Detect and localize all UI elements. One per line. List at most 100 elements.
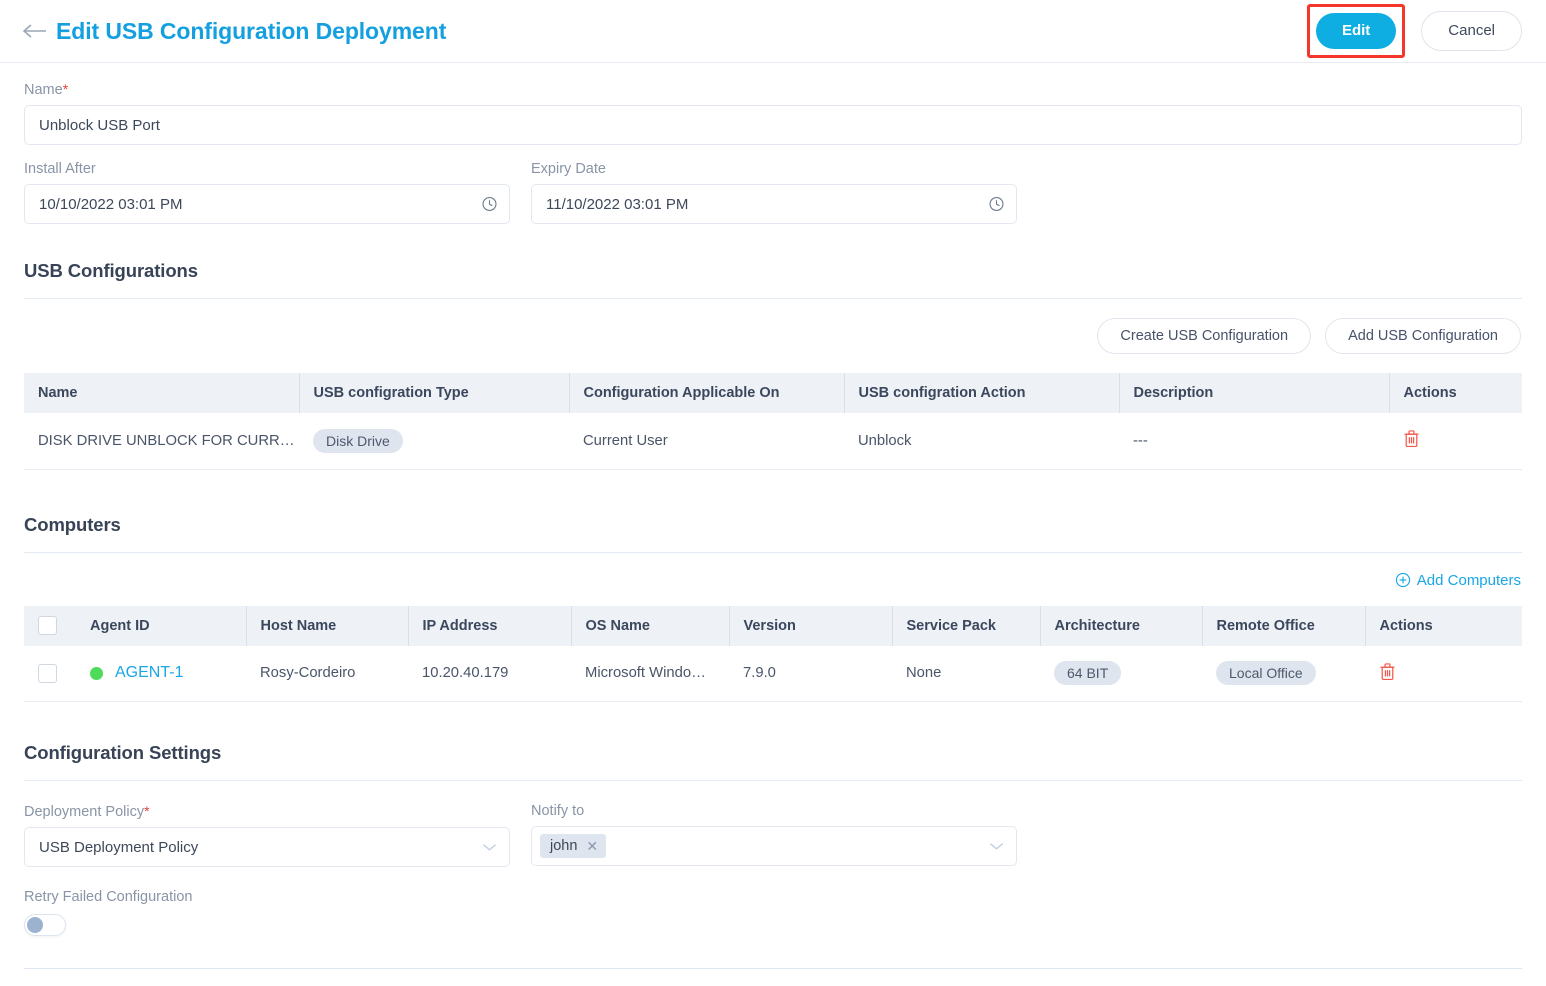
status-badge: Disk Drive <box>313 429 403 453</box>
bottom-divider <box>24 968 1522 969</box>
add-computers-label: Add Computers <box>1417 572 1521 589</box>
usb-cell-description: --- <box>1119 413 1389 469</box>
usb-cell-type: Disk Drive <box>299 413 569 469</box>
section-divider <box>24 298 1522 299</box>
row-select-cell <box>24 646 76 702</box>
configuration-fields-row: Deployment Policy* USB Deployment Policy <box>24 803 1522 867</box>
computers-col-remote-office: Remote Office <box>1202 606 1365 646</box>
architecture-badge: 64 BIT <box>1054 661 1121 685</box>
computers-toolbar: Add Computers <box>24 572 1522 589</box>
close-icon[interactable]: ✕ <box>586 839 598 853</box>
notify-to-wrapper: john ✕ <box>531 826 1017 866</box>
usb-table-header: Name USB configration Type Configuration… <box>24 373 1522 413</box>
deployment-policy-label-text: Deployment Policy <box>24 804 144 820</box>
notify-to-input[interactable]: john ✕ <box>531 826 1017 866</box>
usb-configurations-table: Name USB configration Type Configuration… <box>24 373 1522 470</box>
notify-to-label: Notify to <box>531 803 1017 819</box>
computers-col-architecture: Architecture <box>1040 606 1202 646</box>
section-divider <box>24 552 1522 553</box>
computers-cell-architecture: 64 BIT <box>1040 646 1202 702</box>
select-all-header <box>24 606 76 646</box>
computers-cell-service-pack: None <box>892 646 1040 702</box>
section-divider <box>24 780 1522 781</box>
deployment-policy-block: Deployment Policy* USB Deployment Policy <box>24 803 510 867</box>
computers-cell-actions <box>1365 646 1522 702</box>
computers-title: Computers <box>24 514 1522 536</box>
deployment-policy-select[interactable]: USB Deployment Policy <box>24 827 510 867</box>
trash-icon[interactable] <box>1379 662 1396 681</box>
computers-cell-os-name: Microsoft Windo… <box>571 646 729 702</box>
usb-col-actions: Actions <box>1389 373 1522 413</box>
configuration-settings-title: Configuration Settings <box>24 742 1522 764</box>
usb-col-action: USB configration Action <box>844 373 1119 413</box>
notify-tag: john ✕ <box>540 834 606 858</box>
expiry-date-input[interactable] <box>531 184 1017 224</box>
expiry-date-block: Expiry Date <box>531 161 1017 224</box>
retry-failed-configuration-block: Retry Failed Configuration <box>24 889 1522 936</box>
toggle-knob <box>27 917 43 933</box>
table-row: AGENT-1 Rosy-Cordeiro 10.20.40.179 Micro… <box>24 646 1522 702</box>
trash-icon[interactable] <box>1403 429 1420 448</box>
usb-table-body: DISK DRIVE UNBLOCK FOR CURRE… Disk Drive… <box>24 413 1522 469</box>
name-field-block: Name* <box>24 81 1522 145</box>
install-after-input[interactable] <box>24 184 510 224</box>
computers-cell-version: 7.9.0 <box>729 646 892 702</box>
computers-header-row: Agent ID Host Name IP Address OS Name Ve… <box>24 606 1522 646</box>
add-usb-configuration-button[interactable]: Add USB Configuration <box>1325 318 1521 354</box>
usb-configurations-title: USB Configurations <box>24 260 1522 282</box>
cancel-button[interactable]: Cancel <box>1421 11 1522 51</box>
computers-col-actions: Actions <box>1365 606 1522 646</box>
agent-cell: AGENT-1 <box>90 664 246 682</box>
online-status-icon <box>90 667 103 680</box>
create-usb-configuration-button[interactable]: Create USB Configuration <box>1097 318 1311 354</box>
computers-cell-agent-id: AGENT-1 <box>76 646 246 702</box>
remote-office-badge: Local Office <box>1216 661 1316 685</box>
computers-cell-host-name: Rosy-Cordeiro <box>246 646 408 702</box>
retry-failed-configuration-toggle[interactable] <box>24 914 66 936</box>
plus-circle-icon <box>1395 572 1411 588</box>
computers-col-host-name: Host Name <box>246 606 408 646</box>
page-body: Name* Install After Expiry <box>0 81 1546 936</box>
computers-cell-remote-office: Local Office <box>1202 646 1365 702</box>
row-checkbox[interactable] <box>38 664 57 683</box>
usb-cell-applicable-on: Current User <box>569 413 844 469</box>
name-label: Name* <box>24 81 1522 98</box>
usb-col-name: Name <box>24 373 299 413</box>
edit-button-highlight: Edit <box>1307 4 1405 58</box>
date-fields-row: Install After Expiry Date <box>24 161 1522 224</box>
install-after-wrapper <box>24 184 510 224</box>
retry-failed-configuration-label: Retry Failed Configuration <box>24 889 1522 905</box>
header-actions: Edit Cancel <box>1307 4 1522 58</box>
name-label-text: Name <box>24 82 63 98</box>
usb-header-row: Name USB configration Type Configuration… <box>24 373 1522 413</box>
usb-cell-actions <box>1389 413 1522 469</box>
arrow-left-icon[interactable] <box>22 19 50 43</box>
name-input[interactable] <box>24 105 1522 145</box>
notify-to-block: Notify to john ✕ <box>531 803 1017 867</box>
agent-id-link[interactable]: AGENT-1 <box>115 664 183 682</box>
edit-button[interactable]: Edit <box>1316 13 1396 49</box>
notify-tag-label: john <box>550 838 577 854</box>
install-after-label: Install After <box>24 161 510 177</box>
computers-col-version: Version <box>729 606 892 646</box>
usb-toolbar: Create USB Configuration Add USB Configu… <box>24 318 1522 354</box>
configuration-settings-section: Configuration Settings Deployment Policy… <box>24 742 1522 936</box>
deployment-policy-label: Deployment Policy* <box>24 803 510 820</box>
install-after-block: Install After <box>24 161 510 224</box>
usb-col-type: USB configration Type <box>299 373 569 413</box>
table-row: DISK DRIVE UNBLOCK FOR CURRE… Disk Drive… <box>24 413 1522 469</box>
add-computers-button[interactable]: Add Computers <box>1395 572 1521 589</box>
deployment-policy-value: USB Deployment Policy <box>39 839 198 856</box>
expiry-date-wrapper <box>531 184 1017 224</box>
page-title: Edit USB Configuration Deployment <box>56 18 446 45</box>
computers-cell-ip-address: 10.20.40.179 <box>408 646 571 702</box>
computers-section: Computers Add Computers <box>24 514 1522 703</box>
usb-cell-action: Unblock <box>844 413 1119 469</box>
page-header: Edit USB Configuration Deployment Edit C… <box>0 0 1546 63</box>
computers-col-ip-address: IP Address <box>408 606 571 646</box>
required-asterisk: * <box>63 81 68 97</box>
usb-configurations-section: USB Configurations Create USB Configurat… <box>24 260 1522 470</box>
computers-table-body: AGENT-1 Rosy-Cordeiro 10.20.40.179 Micro… <box>24 646 1522 702</box>
required-asterisk: * <box>144 803 149 819</box>
select-all-checkbox[interactable] <box>38 616 57 635</box>
